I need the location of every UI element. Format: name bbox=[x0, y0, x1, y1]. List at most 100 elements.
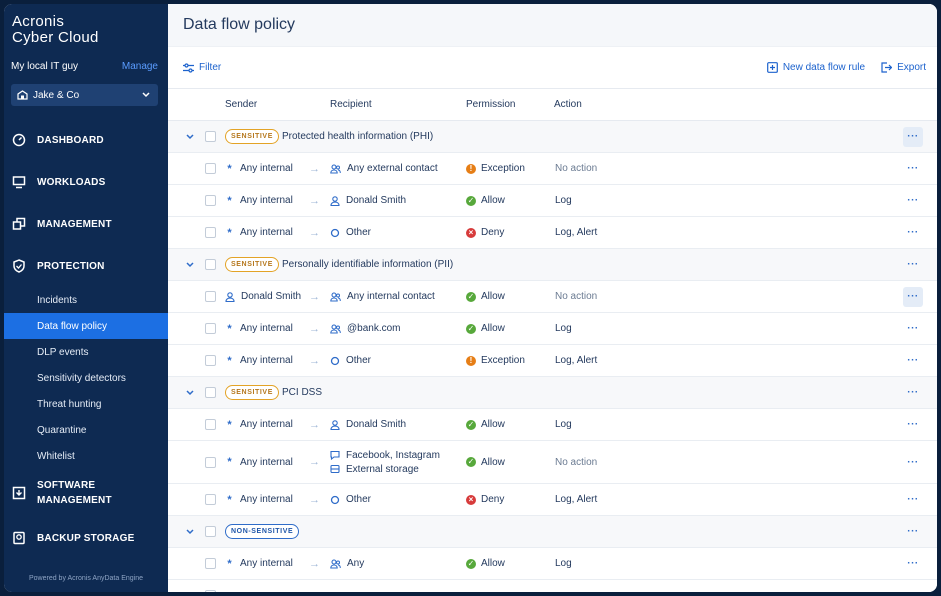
group-checkbox[interactable] bbox=[205, 526, 216, 537]
chevron-down-icon[interactable] bbox=[185, 527, 195, 537]
more-actions-button[interactable]: ··· bbox=[903, 191, 923, 211]
more-actions-button[interactable]: ··· bbox=[903, 490, 923, 510]
user-icon bbox=[330, 195, 340, 206]
chevron-down-icon[interactable] bbox=[185, 260, 195, 270]
rule-row[interactable]: * Any internal → Other ! Exception Log, Al… bbox=[168, 345, 937, 377]
group-row[interactable]: SENSITIVE Personally identifiable inform… bbox=[168, 249, 937, 281]
nav-dashboard-label: DASHBOARD bbox=[37, 134, 104, 146]
nav-management[interactable]: MANAGEMENT bbox=[4, 203, 168, 245]
more-actions-button[interactable]: ··· bbox=[903, 286, 923, 307]
user-icon bbox=[225, 291, 235, 302]
rule-checkbox[interactable] bbox=[205, 323, 216, 334]
users-icon bbox=[330, 558, 341, 569]
group-row[interactable]: SENSITIVE Protected health information (… bbox=[168, 121, 937, 153]
group-row[interactable]: SENSITIVE PCI DSS ··· bbox=[168, 377, 937, 409]
more-actions-button[interactable]: ··· bbox=[903, 554, 923, 574]
rule-row[interactable]: * Any internal → Donald Smith ✓ Allow Log … bbox=[168, 409, 937, 441]
customer-select-value: Jake & Co bbox=[33, 89, 80, 101]
sender-value: Any internal bbox=[240, 355, 293, 366]
column-action[interactable]: Action bbox=[554, 99, 582, 110]
chevron-down-icon[interactable] bbox=[185, 388, 195, 398]
more-actions-button[interactable]: ··· bbox=[903, 255, 923, 275]
nav-workloads[interactable]: WORKLOADS bbox=[4, 161, 168, 203]
column-recipient[interactable]: Recipient bbox=[330, 99, 372, 110]
nav-software-management[interactable]: SOFTWARE MANAGEMENT bbox=[4, 469, 168, 517]
manage-link[interactable]: Manage bbox=[122, 61, 158, 72]
arrow-right-icon: → bbox=[309, 456, 320, 468]
customer-select[interactable]: Jake & Co bbox=[11, 84, 158, 106]
column-permission[interactable]: Permission bbox=[466, 99, 515, 110]
subnav-data-flow-policy[interactable]: Data flow policy bbox=[4, 313, 168, 339]
shield-icon bbox=[12, 259, 26, 273]
rule-row[interactable]: Donald Smith → Any internal contact ✓ All… bbox=[168, 281, 937, 313]
rule-checkbox[interactable] bbox=[205, 163, 216, 174]
group-checkbox[interactable] bbox=[205, 259, 216, 270]
rule-row[interactable]: * Any internal → Any external contact ! Ex… bbox=[168, 153, 937, 185]
sender-value: Any internal bbox=[240, 323, 293, 334]
action-value: No action bbox=[555, 163, 598, 174]
rule-row-partial[interactable] bbox=[168, 580, 937, 592]
allow-check-icon: ✓ bbox=[466, 419, 476, 430]
export-button[interactable]: Export bbox=[881, 62, 926, 73]
group-checkbox[interactable] bbox=[205, 131, 216, 142]
management-icon bbox=[12, 217, 26, 231]
recipient-value: Any external contact bbox=[347, 163, 438, 174]
subnav-whitelist[interactable]: Whitelist bbox=[4, 443, 168, 469]
rule-row[interactable]: * Any internal → Other × Deny Log, Alert ·… bbox=[168, 484, 937, 516]
rule-row[interactable]: * Any internal → @bank.com ✓ Allow Log ··· bbox=[168, 313, 937, 345]
nav-protection[interactable]: PROTECTION bbox=[4, 245, 168, 287]
rule-checkbox[interactable] bbox=[205, 355, 216, 366]
nav-dashboard[interactable]: DASHBOARD bbox=[4, 119, 168, 161]
recipient-value: Any bbox=[347, 558, 365, 569]
rule-row[interactable]: * Any internal → Facebook, Instagram Exte… bbox=[168, 441, 937, 484]
rule-checkbox[interactable] bbox=[205, 494, 216, 505]
recipient-value: Other bbox=[346, 494, 372, 505]
subnav-quarantine[interactable]: Quarantine bbox=[4, 417, 168, 443]
subnav-dlp-events[interactable]: DLP events bbox=[4, 339, 168, 365]
more-actions-button[interactable]: ··· bbox=[903, 351, 923, 371]
more-actions-button[interactable]: ··· bbox=[903, 126, 923, 147]
more-actions-button[interactable]: ··· bbox=[903, 452, 923, 472]
users-icon bbox=[330, 323, 341, 334]
subnav-incidents[interactable]: Incidents bbox=[4, 287, 168, 313]
rule-row[interactable]: * Any internal → Other × Deny Log, Alert ·… bbox=[168, 217, 937, 249]
rule-checkbox[interactable] bbox=[205, 291, 216, 302]
group-row[interactable]: NON-SENSITIVE ··· bbox=[168, 516, 937, 548]
filter-button[interactable]: Filter bbox=[183, 62, 221, 73]
allow-check-icon: ✓ bbox=[466, 291, 476, 302]
action-value: Log bbox=[555, 419, 572, 430]
rule-checkbox[interactable] bbox=[205, 456, 216, 468]
sender-value: Any internal bbox=[240, 163, 293, 174]
tenant-name: My local IT guy bbox=[11, 60, 79, 72]
more-actions-button[interactable]: ··· bbox=[903, 383, 923, 403]
group-checkbox[interactable] bbox=[205, 387, 216, 398]
arrow-right-icon: → bbox=[309, 162, 320, 175]
more-actions-button[interactable]: ··· bbox=[903, 319, 923, 339]
rule-checkbox[interactable] bbox=[205, 590, 216, 592]
rule-row[interactable]: * Any internal → Any ✓ Allow Log ··· bbox=[168, 548, 937, 580]
more-actions-button[interactable]: ··· bbox=[903, 522, 923, 542]
chevron-down-icon[interactable] bbox=[185, 132, 195, 142]
nav-backup-label: BACKUP STORAGE bbox=[37, 532, 135, 544]
permission-value: Allow bbox=[481, 419, 505, 430]
dashboard-icon bbox=[12, 133, 26, 147]
rule-checkbox[interactable] bbox=[205, 227, 216, 238]
rule-checkbox[interactable] bbox=[205, 558, 216, 569]
more-actions-button[interactable]: ··· bbox=[903, 415, 923, 435]
deny-x-icon: × bbox=[466, 227, 476, 238]
nav-backup-storage[interactable]: BACKUP STORAGE bbox=[4, 517, 168, 559]
rule-row[interactable]: * Any internal → Donald Smith ✓ Allow Log … bbox=[168, 185, 937, 217]
powered-by-text: Powered by Acronis AnyData Engine bbox=[28, 575, 143, 582]
more-actions-button[interactable]: ··· bbox=[903, 223, 923, 243]
subnav-threat-hunting[interactable]: Threat hunting bbox=[4, 391, 168, 417]
rule-checkbox[interactable] bbox=[205, 195, 216, 206]
chevron-down-icon bbox=[142, 92, 150, 98]
table-header: Sender Recipient Permission Action bbox=[168, 89, 937, 121]
more-actions-button[interactable]: ··· bbox=[903, 159, 923, 179]
column-sender[interactable]: Sender bbox=[225, 99, 257, 110]
rule-checkbox[interactable] bbox=[205, 419, 216, 430]
asterisk-icon: * bbox=[227, 322, 232, 335]
download-box-icon bbox=[12, 486, 26, 500]
subnav-sensitivity-detectors[interactable]: Sensitivity detectors bbox=[4, 365, 168, 391]
new-rule-button[interactable]: New data flow rule bbox=[766, 62, 865, 73]
